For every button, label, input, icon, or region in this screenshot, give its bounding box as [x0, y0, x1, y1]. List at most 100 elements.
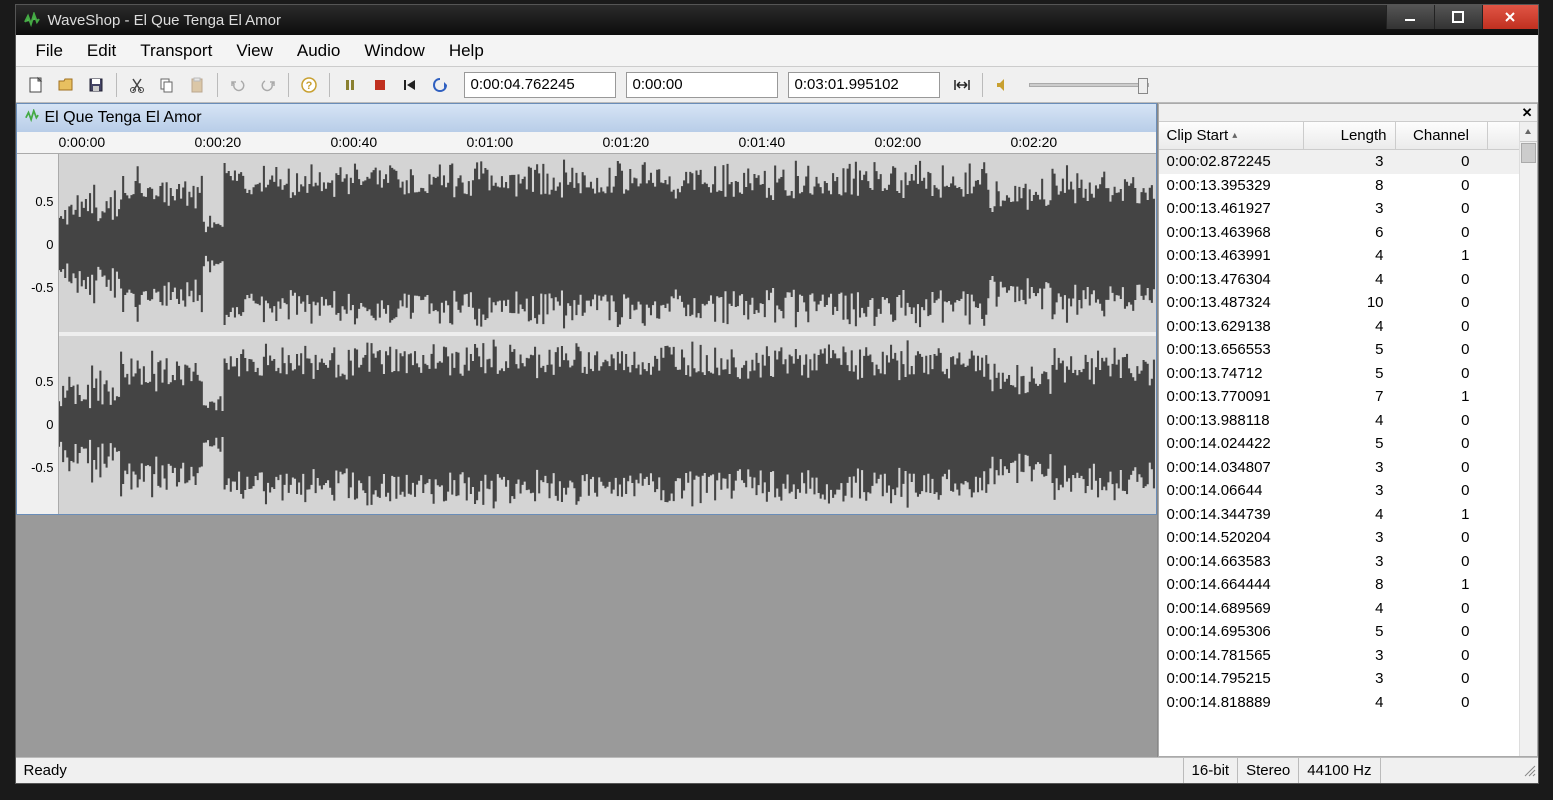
clip-row[interactable]: 0:00:14.52020430 [1159, 526, 1519, 550]
time-tick: 0:00:40 [331, 134, 378, 150]
clip-row[interactable]: 0:00:13.47630440 [1159, 268, 1519, 292]
clip-cell-length: 8 [1304, 576, 1396, 593]
clip-row[interactable]: 0:00:13.46192730 [1159, 197, 1519, 221]
clip-cell-length: 3 [1304, 482, 1396, 499]
waveform-canvas[interactable] [59, 154, 1156, 514]
volume-thumb[interactable] [1138, 78, 1148, 94]
menubar: File Edit Transport View Audio Window He… [16, 35, 1538, 67]
clip-cell-channel: 0 [1396, 694, 1488, 711]
window-controls [1386, 5, 1538, 35]
clip-cell-length: 5 [1304, 341, 1396, 358]
copy-button[interactable] [153, 71, 181, 99]
toolbar: ? [16, 67, 1538, 103]
time-selection-start-field[interactable] [626, 72, 778, 98]
menu-transport[interactable]: Transport [128, 37, 224, 65]
save-button[interactable] [82, 71, 110, 99]
clip-row[interactable]: 0:00:14.81888940 [1159, 691, 1519, 715]
clip-cell-length: 3 [1304, 200, 1396, 217]
clip-cell-length: 4 [1304, 247, 1396, 264]
clip-row[interactable]: 0:00:14.34473941 [1159, 503, 1519, 527]
clip-cell-start: 0:00:13.656553 [1159, 341, 1304, 358]
clip-cell-start: 0:00:13.395329 [1159, 177, 1304, 194]
time-current-field[interactable] [464, 72, 616, 98]
stop-button[interactable] [366, 71, 394, 99]
clip-table-body[interactable]: 0:00:02.872245300:00:13.395329800:00:13.… [1159, 150, 1519, 756]
loop-button[interactable] [426, 71, 454, 99]
paste-button[interactable] [183, 71, 211, 99]
new-button[interactable] [22, 71, 50, 99]
clip-row[interactable]: 0:00:14.03480730 [1159, 456, 1519, 480]
close-button[interactable] [1482, 5, 1538, 29]
menu-file[interactable]: File [24, 37, 75, 65]
clip-row[interactable]: 0:00:13.62913840 [1159, 315, 1519, 339]
pause-button[interactable] [336, 71, 364, 99]
clip-row[interactable]: 0:00:14.66444481 [1159, 573, 1519, 597]
clip-cell-length: 4 [1304, 506, 1396, 523]
clip-row[interactable]: 0:00:14.79521530 [1159, 667, 1519, 691]
clip-row[interactable]: 0:00:13.39532980 [1159, 174, 1519, 198]
clip-row[interactable]: 0:00:14.66358330 [1159, 550, 1519, 574]
clip-cell-channel: 0 [1396, 294, 1488, 311]
clip-cell-length: 3 [1304, 153, 1396, 170]
cut-button[interactable] [123, 71, 151, 99]
help-button[interactable]: ? [295, 71, 323, 99]
clip-cell-start: 0:00:13.463991 [1159, 247, 1304, 264]
clip-cell-start: 0:00:14.06644 [1159, 482, 1304, 499]
app-window: WaveShop - El Que Tenga El Amor File Edi… [15, 4, 1539, 784]
mute-button[interactable] [989, 71, 1017, 99]
clip-cell-start: 0:00:13.461927 [1159, 200, 1304, 217]
time-ruler[interactable]: 0:00:00 0:00:20 0:00:40 0:01:00 0:01:20 … [17, 132, 1156, 154]
clip-row[interactable]: 0:00:02.87224530 [1159, 150, 1519, 174]
titlebar[interactable]: WaveShop - El Que Tenga El Amor [16, 5, 1538, 35]
clip-cell-channel: 1 [1396, 247, 1488, 264]
clip-header-length[interactable]: Length [1304, 122, 1396, 149]
clip-cell-length: 6 [1304, 224, 1396, 241]
rewind-button[interactable] [396, 71, 424, 99]
clip-row[interactable]: 0:00:13.98811840 [1159, 409, 1519, 433]
clip-header-channel[interactable]: Channel [1396, 122, 1488, 149]
clip-cell-start: 0:00:13.476304 [1159, 271, 1304, 288]
time-tick: 0:02:00 [875, 134, 922, 150]
minimize-button[interactable] [1386, 5, 1434, 29]
menu-help[interactable]: Help [437, 37, 496, 65]
clip-cell-channel: 0 [1396, 482, 1488, 499]
clip-row[interactable]: 0:00:13.46396860 [1159, 221, 1519, 245]
time-selection-end-field[interactable] [788, 72, 940, 98]
clip-row[interactable]: 0:00:14.69530650 [1159, 620, 1519, 644]
clip-row[interactable]: 0:00:14.02442250 [1159, 432, 1519, 456]
clip-row[interactable]: 0:00:13.487324100 [1159, 291, 1519, 315]
clip-header-start[interactable]: Clip Start▴ [1159, 122, 1304, 149]
clip-row[interactable]: 0:00:14.68956940 [1159, 597, 1519, 621]
clip-cell-length: 4 [1304, 271, 1396, 288]
menu-view[interactable]: View [224, 37, 285, 65]
clip-cell-start: 0:00:14.344739 [1159, 506, 1304, 523]
clip-row[interactable]: 0:00:14.78156530 [1159, 644, 1519, 668]
clip-row[interactable]: 0:00:13.46399141 [1159, 244, 1519, 268]
fit-selection-button[interactable] [948, 71, 976, 99]
menu-edit[interactable]: Edit [75, 37, 128, 65]
maximize-button[interactable] [1434, 5, 1482, 29]
amp-label: 0.5 [35, 374, 53, 389]
resize-grip-icon[interactable] [1520, 763, 1538, 779]
menu-audio[interactable]: Audio [285, 37, 352, 65]
clip-row[interactable]: 0:00:14.0664430 [1159, 479, 1519, 503]
separator [288, 73, 289, 97]
separator [329, 73, 330, 97]
clip-row[interactable]: 0:00:13.7471250 [1159, 362, 1519, 386]
document-titlebar[interactable]: El Que Tenga El Amor [17, 104, 1156, 132]
clip-panel-close-icon[interactable]: ✕ [1522, 105, 1533, 121]
open-button[interactable] [52, 71, 80, 99]
separator [982, 73, 983, 97]
clip-row[interactable]: 0:00:13.77009171 [1159, 385, 1519, 409]
volume-slider[interactable] [1029, 83, 1149, 87]
clip-cell-channel: 0 [1396, 153, 1488, 170]
clip-scrollbar[interactable] [1519, 122, 1537, 756]
clip-row[interactable]: 0:00:13.65655350 [1159, 338, 1519, 362]
redo-button[interactable] [254, 71, 282, 99]
scrollbar-thumb[interactable] [1521, 143, 1536, 163]
amp-label: 0 [46, 237, 53, 252]
undo-button[interactable] [224, 71, 252, 99]
menu-window[interactable]: Window [352, 37, 436, 65]
clip-cell-channel: 0 [1396, 412, 1488, 429]
window-title: WaveShop - El Que Tenga El Amor [48, 12, 1386, 29]
